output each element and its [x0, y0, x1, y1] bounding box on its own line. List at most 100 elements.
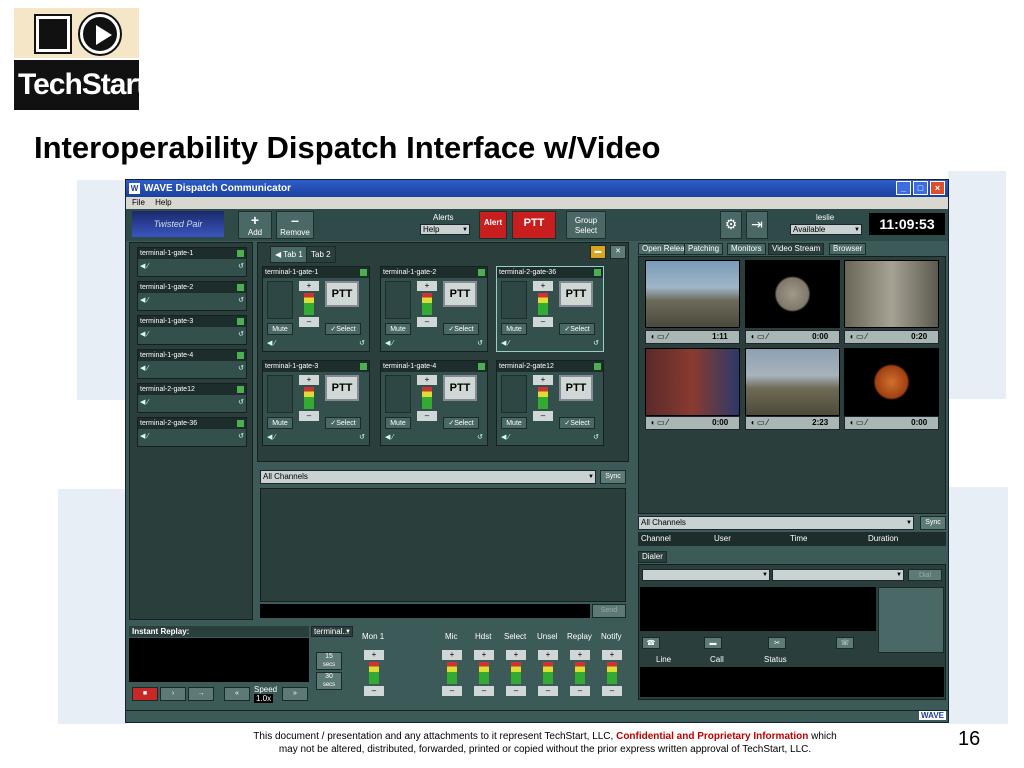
undo-icon[interactable]: ↺ — [359, 433, 365, 441]
replay-15-button[interactable]: 15 secs — [316, 652, 342, 670]
jump-button[interactable]: → — [188, 687, 214, 701]
undo-icon[interactable]: ↺ — [477, 433, 483, 441]
replay-terminal-dropdown[interactable]: terminal... — [311, 626, 353, 637]
hdst-volume[interactable]: + – — [474, 650, 494, 696]
menu-help[interactable]: Help — [155, 198, 171, 207]
mic-volume[interactable]: + – — [442, 650, 462, 696]
volume-down-button[interactable]: – — [299, 317, 319, 327]
remove-button[interactable]: – Remove — [276, 211, 314, 239]
mute-button[interactable]: Mute — [385, 323, 411, 335]
select-button[interactable]: ✓Select — [559, 323, 595, 335]
tab-browser[interactable]: Browser — [829, 243, 867, 255]
select-button[interactable]: ✓Select — [325, 417, 361, 429]
undo-icon[interactable]: ↺ — [238, 296, 244, 304]
undo-icon[interactable]: ↺ — [593, 433, 599, 441]
volume-down-button[interactable]: – — [417, 411, 437, 421]
gate-item[interactable]: terminal-1-gate-4 ◀ ⁄ ↺ — [137, 349, 247, 379]
volume-up-button[interactable]: + — [417, 281, 437, 291]
volume-down-button[interactable]: – — [602, 686, 622, 696]
tab-patching[interactable]: Patching — [684, 243, 724, 255]
select-button[interactable]: ✓Select — [443, 323, 479, 335]
gate-item[interactable]: terminal-2-gate-36 ◀ ⁄ ↺ — [137, 417, 247, 447]
tab-video-stream[interactable]: Video Stream — [768, 243, 825, 255]
video-controls[interactable]: ◖ ▭ ⁄ 1:11 — [645, 330, 740, 344]
select-button[interactable]: ✓Select — [559, 417, 595, 429]
undo-icon[interactable]: ↺ — [238, 432, 244, 440]
conference-icon[interactable]: ☏ — [836, 637, 854, 649]
minimize-button[interactable]: _ — [896, 181, 911, 195]
notify-volume[interactable]: + – — [602, 650, 622, 696]
video-feed-plain[interactable] — [745, 348, 840, 416]
mute-button[interactable]: Mute — [501, 323, 527, 335]
undo-icon[interactable]: ↺ — [238, 330, 244, 338]
hangup-icon[interactable]: ▬ — [704, 637, 722, 649]
add-button[interactable]: + Add — [238, 211, 272, 239]
stop-button[interactable]: ■ — [132, 687, 158, 701]
volume-down-button[interactable]: – — [538, 686, 558, 696]
channel-card[interactable]: terminal-1-gate-1 + – PTT Mute ✓Select ◀… — [262, 266, 370, 352]
volume-down-button[interactable]: – — [299, 411, 319, 421]
transfer-icon[interactable]: ✂ — [768, 637, 786, 649]
keypad[interactable] — [878, 587, 944, 653]
select-button[interactable]: ✓Select — [443, 417, 479, 429]
gate-item[interactable]: terminal-2-gate12 ◀ ⁄ ↺ — [137, 383, 247, 413]
alert-button[interactable]: Alert — [479, 211, 507, 239]
mute-button[interactable]: Mute — [385, 417, 411, 429]
volume-up-button[interactable]: + — [506, 650, 526, 660]
volume-up-button[interactable]: + — [570, 650, 590, 660]
gate-item[interactable]: terminal-1-gate-2 ◀ ⁄ ↺ — [137, 281, 247, 311]
tab-dialer[interactable]: Dialer — [638, 551, 667, 563]
volume-down-button[interactable]: – — [533, 411, 553, 421]
volume-down-button[interactable]: – — [533, 317, 553, 327]
volume-down-button[interactable]: – — [417, 317, 437, 327]
dial-button[interactable]: Dial — [908, 569, 942, 581]
volume-up-button[interactable]: + — [533, 375, 553, 385]
volume-up-button[interactable]: + — [538, 650, 558, 660]
volume-up-button[interactable]: + — [602, 650, 622, 660]
tab-2[interactable]: Tab 2 — [306, 246, 336, 263]
volume-down-button[interactable]: – — [474, 686, 494, 696]
undo-icon[interactable]: ↺ — [238, 398, 244, 406]
undo-icon[interactable]: ↺ — [238, 364, 244, 372]
send-button[interactable]: Send — [592, 604, 626, 618]
undo-icon[interactable]: ↺ — [593, 339, 599, 347]
video-controls[interactable]: ◖ ▭ ⁄ 2:23 — [745, 416, 840, 430]
alerts-dropdown[interactable]: Help — [420, 224, 470, 235]
sync-button[interactable]: Sync — [600, 470, 626, 484]
tab-monitors[interactable]: Monitors — [727, 243, 766, 255]
ptt-button[interactable]: PTT — [325, 281, 359, 307]
channel-card-selected[interactable]: terminal-2-gate-36 + – PTT Mute ✓Select … — [496, 266, 604, 352]
volume-up-button[interactable]: + — [474, 650, 494, 660]
select-volume[interactable]: + – — [506, 650, 526, 696]
video-controls[interactable]: ◖ ▭ ⁄ 0:00 — [645, 416, 740, 430]
undo-icon[interactable]: ↺ — [477, 339, 483, 347]
ptt-button[interactable]: PTT — [325, 375, 359, 401]
undo-icon[interactable]: ↺ — [238, 262, 244, 270]
video-feed-mars[interactable] — [844, 348, 939, 416]
video-controls[interactable]: ◖ ▭ ⁄ 0:00 — [745, 330, 840, 344]
video-feed-landscape[interactable] — [645, 260, 740, 328]
close-tab-icon[interactable]: ✕ — [610, 245, 626, 259]
volume-up-button[interactable]: + — [417, 375, 437, 385]
video-feed-newsroom[interactable] — [645, 348, 740, 416]
ptt-button[interactable]: PTT — [559, 375, 593, 401]
play-button[interactable]: › — [160, 687, 186, 701]
volume-up-button[interactable]: + — [364, 650, 384, 660]
replay-30-button[interactable]: 30 secs — [316, 672, 342, 690]
settings-gear-button[interactable]: ⚙ — [720, 211, 742, 239]
undo-icon[interactable]: ↺ — [359, 339, 365, 347]
unsel-volume[interactable]: + – — [538, 650, 558, 696]
video-controls[interactable]: ◖ ▭ ⁄ 0:00 — [844, 416, 939, 430]
gate-item[interactable]: terminal-1-gate-1 ◀ ⁄ ↺ — [137, 247, 247, 277]
ptt-button[interactable]: PTT — [559, 281, 593, 307]
mute-button[interactable]: Mute — [501, 417, 527, 429]
status-dropdown[interactable]: Available — [790, 224, 862, 235]
select-button[interactable]: ✓Select — [325, 323, 361, 335]
mon1-volume[interactable]: + – — [364, 650, 384, 696]
main-ptt-button[interactable]: PTT — [512, 211, 556, 239]
folder-icon[interactable]: ▬ — [590, 245, 606, 259]
right-all-channels-dropdown[interactable]: All Channels — [638, 516, 914, 530]
phone-icon[interactable]: ☎ — [642, 637, 660, 649]
menu-file[interactable]: File — [132, 198, 145, 207]
ptt-button[interactable]: PTT — [443, 375, 477, 401]
